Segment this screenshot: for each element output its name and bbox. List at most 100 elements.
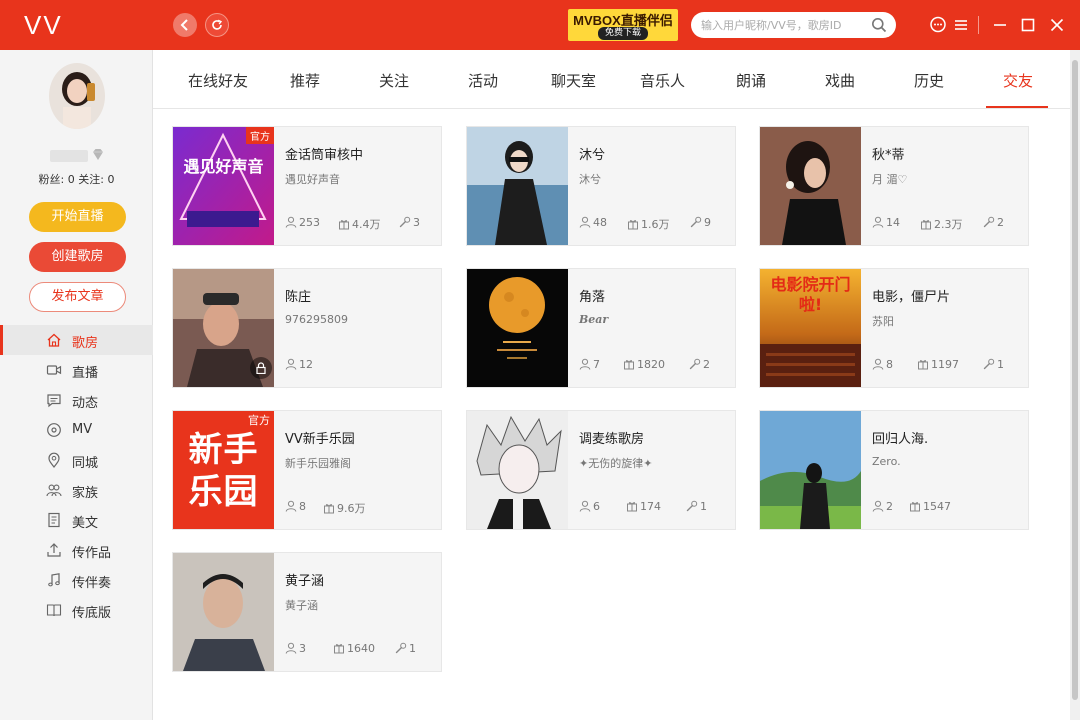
close-button[interactable] [1047,14,1067,36]
room-mic-count: 1 [983,358,1004,371]
category-tabs: 在线好友 推荐 关注 活动 聊天室 音乐人 朗诵 戏曲 历史 交友 [153,50,1070,109]
room-user-count: 6 [579,500,600,513]
search-input[interactable] [701,16,861,34]
minimize-button[interactable] [990,14,1010,36]
tab-chatroom[interactable]: 聊天室 [551,70,596,91]
sidebar-item-label: MV [72,422,93,437]
room-card[interactable]: 陈庄 976295809 12 [172,268,442,388]
scrollbar-thumb[interactable] [1072,60,1078,700]
room-mic-count: 1 [686,500,707,513]
home-icon [47,333,61,347]
room-thumbnail: 遇见好声音 官方 [173,127,274,245]
room-card[interactable]: 秋*蒂 月 湄♡ 14 2.3万 2 [759,126,1029,246]
tab-opera[interactable]: 戏曲 [825,70,855,91]
gift-icon [626,500,638,512]
room-thumbnail [467,411,568,529]
menu-button[interactable] [951,14,971,36]
room-thumbnail-text: 新手乐园 [188,430,259,512]
refresh-icon [212,19,223,30]
room-user-count: 7 [579,358,600,371]
tab-following[interactable]: 关注 [379,70,409,91]
sidebar-item-label: 传伴奏 [72,576,112,591]
back-button[interactable] [173,13,197,37]
room-description: 沐兮 [579,173,601,186]
gift-icon [917,358,929,370]
diamond-icon [93,149,103,160]
microphone-icon [689,358,701,370]
sidebar-item-rooms[interactable]: 歌房 [0,325,153,355]
maximize-button[interactable] [1018,14,1038,36]
tab-online-friends[interactable]: 在线好友 [188,70,248,91]
sidebar-item-live[interactable]: 直播 [0,355,153,385]
room-card[interactable]: 调麦练歌房 ✦无伤的旋律✦ 6 174 1 [466,410,736,530]
room-card[interactable]: 遇见好声音 官方 金话筒审核中 遇见好声音 253 4.4万 3 [172,126,442,246]
tab-recommended[interactable]: 推荐 [290,70,320,91]
room-card[interactable]: 回归人海. Zero. 2 1547 [759,410,1029,530]
mvbox-promo-banner[interactable]: MVBOX直播伴侣 免费下载 [568,9,678,41]
official-badge: 官方 [246,127,274,144]
room-name: VV新手乐园 [285,432,355,447]
room-name: 沐兮 [579,148,606,163]
user-icon [579,500,591,512]
sidebar-item-family[interactable]: 家族 [0,475,153,505]
document-icon [48,512,60,528]
room-card[interactable]: 沐兮 沐兮 48 1.6万 9 [466,126,736,246]
room-gift-count: 9.6万 [323,500,366,516]
microphone-icon [686,500,698,512]
active-tab-indicator [986,106,1048,108]
room-name: 角落 [579,290,606,305]
official-badge: 官方 [244,411,274,429]
group-icon [46,484,62,497]
room-mic-count: 1 [395,642,416,655]
room-card[interactable]: 新手乐园 官方 VV新手乐园 新手乐园雅阁 8 9.6万 [172,410,442,530]
tab-recitation[interactable]: 朗诵 [736,70,766,91]
tab-events[interactable]: 活动 [468,70,498,91]
room-gift-count: 174 [626,500,661,513]
tab-friends[interactable]: 交友 [1003,70,1033,91]
minimize-icon [994,24,1006,26]
post-article-button[interactable]: 发布文章 [29,282,126,312]
room-name: 黄子涵 [285,574,325,589]
user-icon [579,358,591,370]
sidebar-item-upload-accompaniment[interactable]: 传伴奏 [0,565,153,595]
gift-icon [323,502,335,514]
user-icon [285,642,297,654]
scrollbar[interactable] [1070,50,1080,720]
tab-history[interactable]: 历史 [914,70,944,91]
room-card[interactable]: 电影院开门啦! 电影，僵尸片 苏阳 8 1197 1 [759,268,1029,388]
sidebar-item-label: 家族 [72,486,99,501]
start-live-button[interactable]: 开始直播 [29,202,126,232]
sidebar: 粉丝: 0 关注: 0 开始直播 创建歌房 发布文章 歌房 直播 动态 MV 同… [0,50,153,720]
sidebar-item-upload-work[interactable]: 传作品 [0,535,153,565]
title-divider [978,16,979,34]
room-card[interactable]: 黄子涵 黄子涵 3 1640 1 [172,552,442,672]
user-icon [285,216,297,228]
room-name: 陈庄 [285,290,312,305]
sidebar-item-upload-base[interactable]: 传底版 [0,595,153,625]
gift-icon [338,218,350,230]
room-user-count: 3 [285,642,306,655]
app-logo: VV [24,10,63,40]
room-description: Bear [579,313,609,326]
room-card[interactable]: 角落 Bear 7 1820 2 [466,268,736,388]
search-icon[interactable] [871,17,887,33]
sidebar-item-label: 动态 [72,396,99,411]
microphone-icon [983,216,995,228]
room-description: 黄子涵 [285,599,318,612]
sidebar-item-mv[interactable]: MV [0,415,153,445]
room-description: 976295809 [285,313,348,326]
music-note-icon [48,573,60,587]
create-room-button[interactable]: 创建歌房 [29,242,126,272]
room-description: 苏阳 [872,315,894,328]
promo-download-button[interactable]: 免费下载 [598,27,648,40]
room-gift-count: 1547 [909,500,951,513]
sidebar-item-articles[interactable]: 美文 [0,505,153,535]
tab-musicians[interactable]: 音乐人 [640,70,685,91]
room-name: 金话筒审核中 [285,148,364,163]
avatar[interactable] [49,63,105,129]
sidebar-item-nearby[interactable]: 同城 [0,445,153,475]
gift-icon [623,358,635,370]
refresh-button[interactable] [205,13,229,37]
sidebar-item-feed[interactable]: 动态 [0,385,153,415]
message-button[interactable] [928,14,948,36]
